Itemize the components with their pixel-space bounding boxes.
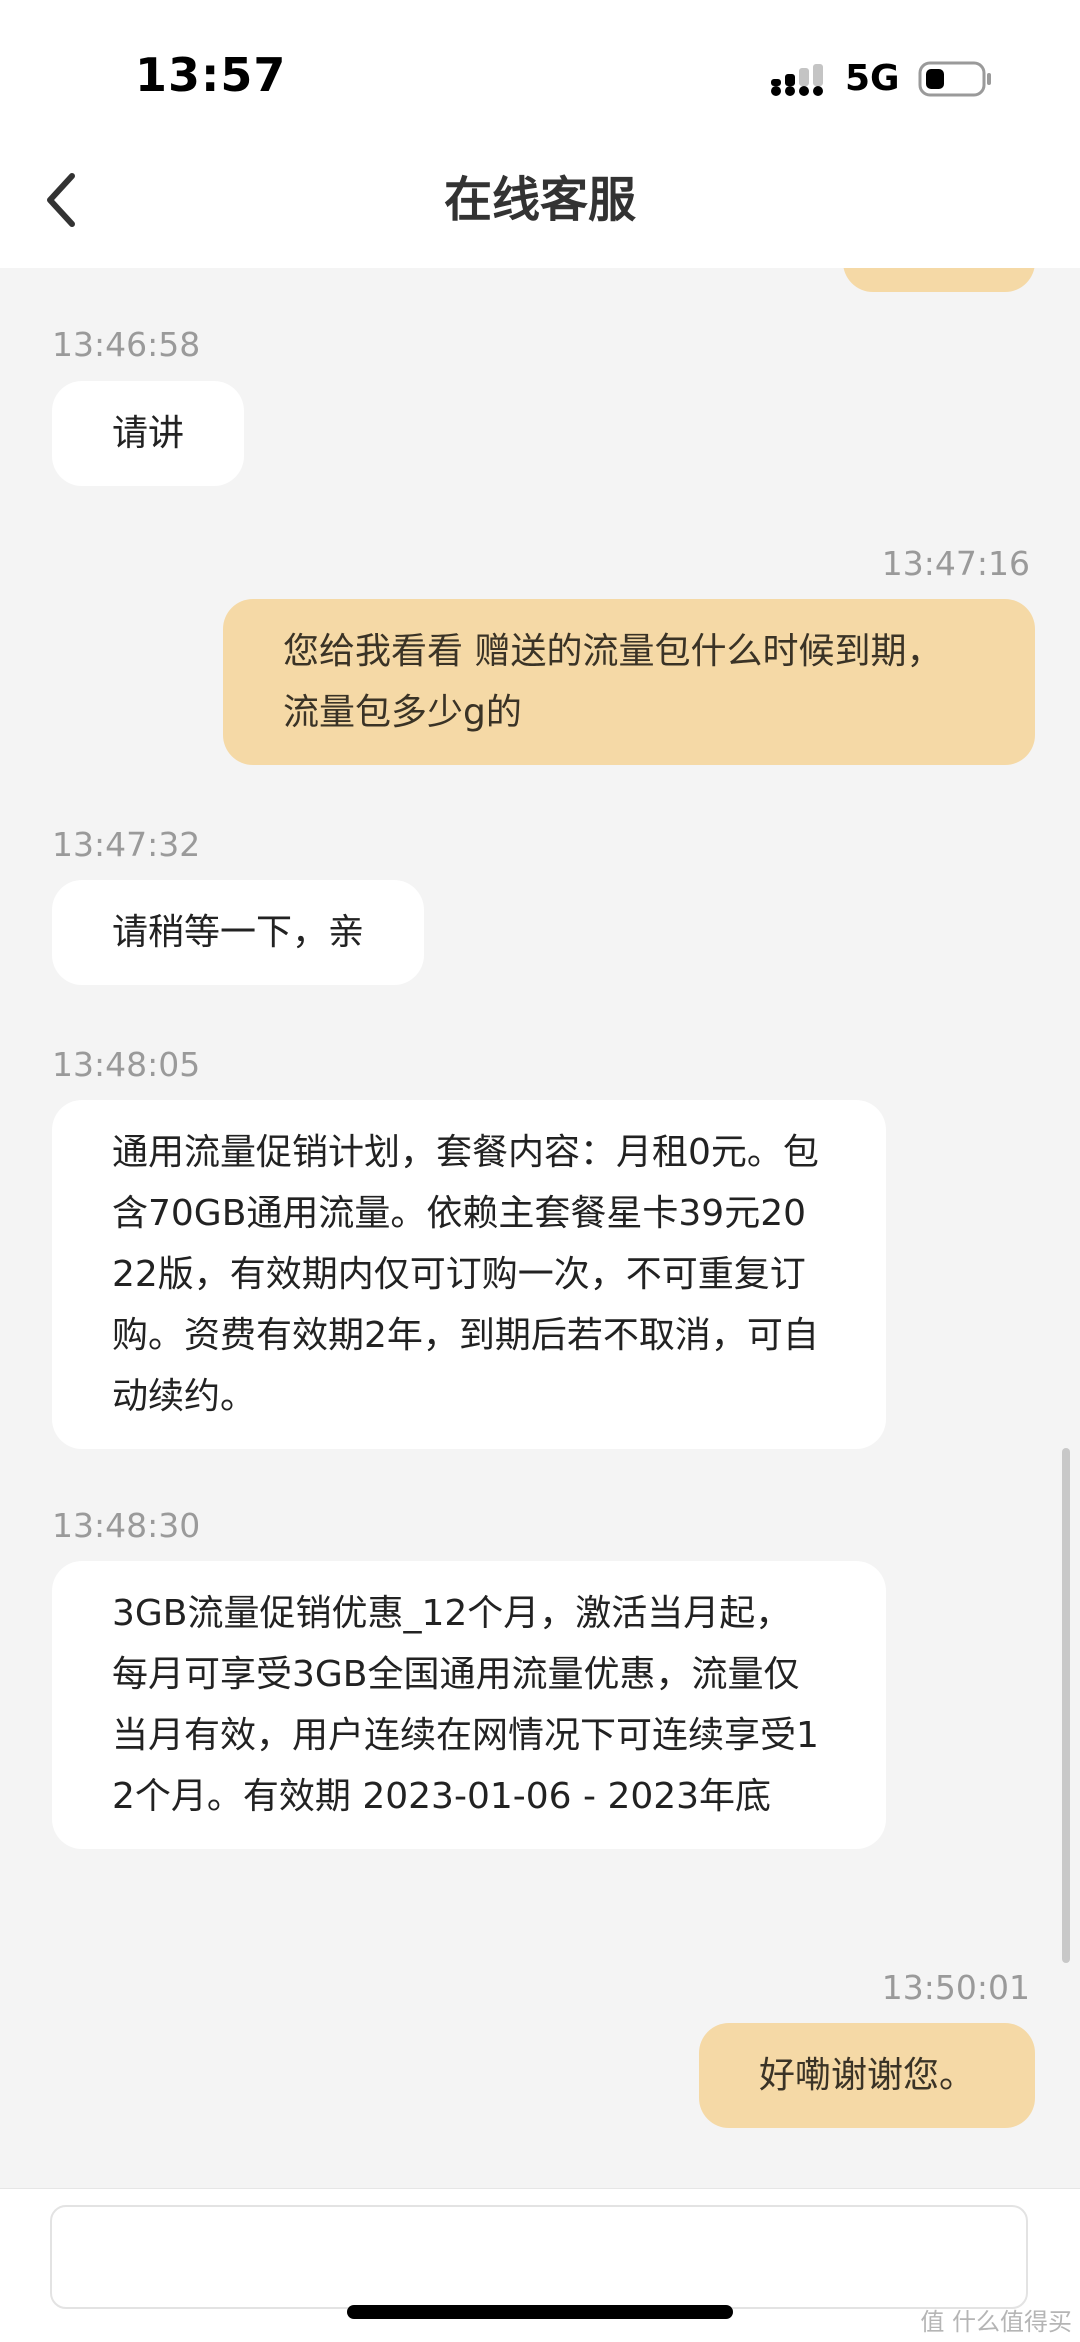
service-message-bubble: 请讲 xyxy=(52,381,245,486)
user-message-bubble: 您给我看看 赠送的流量包什么时候到期，流量包多少g的 xyxy=(223,599,1035,765)
status-bar: 13:57 5G xyxy=(0,0,1080,140)
home-indicator[interactable] xyxy=(347,2305,733,2319)
message-timestamp: 13:48:05 xyxy=(52,1045,201,1084)
battery-icon xyxy=(918,61,991,97)
chat-area[interactable]: 13:46:58 请讲 13:47:16 您给我看看 赠送的流量包什么时候到期，… xyxy=(0,268,1080,2188)
message-timestamp: 13:47:32 xyxy=(52,825,201,864)
network-label: 5G xyxy=(845,58,900,99)
page-title: 在线客服 xyxy=(443,172,636,228)
message-timestamp: 13:50:01 xyxy=(881,1968,1030,2007)
service-message-bubble: 请稍等一下，亲 xyxy=(52,880,425,985)
service-message-bubble: 3GB流量促销优惠_12个月，激活当月起，每月可享受3GB全国通用流量优惠，流量… xyxy=(52,1561,886,1849)
message-input[interactable] xyxy=(50,2205,1028,2309)
scrollbar[interactable] xyxy=(1062,1448,1070,1963)
watermark: 值 什么值得买 xyxy=(920,2308,1072,2336)
status-time: 13:57 xyxy=(135,48,287,102)
message-timestamp: 13:48:30 xyxy=(52,1506,201,1545)
user-message-bubble: 好嘞谢谢您。 xyxy=(698,2023,1035,2128)
message-timestamp: 13:46:58 xyxy=(52,325,201,364)
service-message-bubble: 通用流量促销计划，套餐内容：月租0元。包含70GB通用流量。依赖主套餐星卡39元… xyxy=(52,1100,886,1449)
signal-icon xyxy=(771,64,823,96)
nav-bar: 在线客服 xyxy=(0,140,1080,268)
previous-message-bubble xyxy=(843,268,1035,292)
message-timestamp: 13:47:16 xyxy=(881,544,1030,583)
